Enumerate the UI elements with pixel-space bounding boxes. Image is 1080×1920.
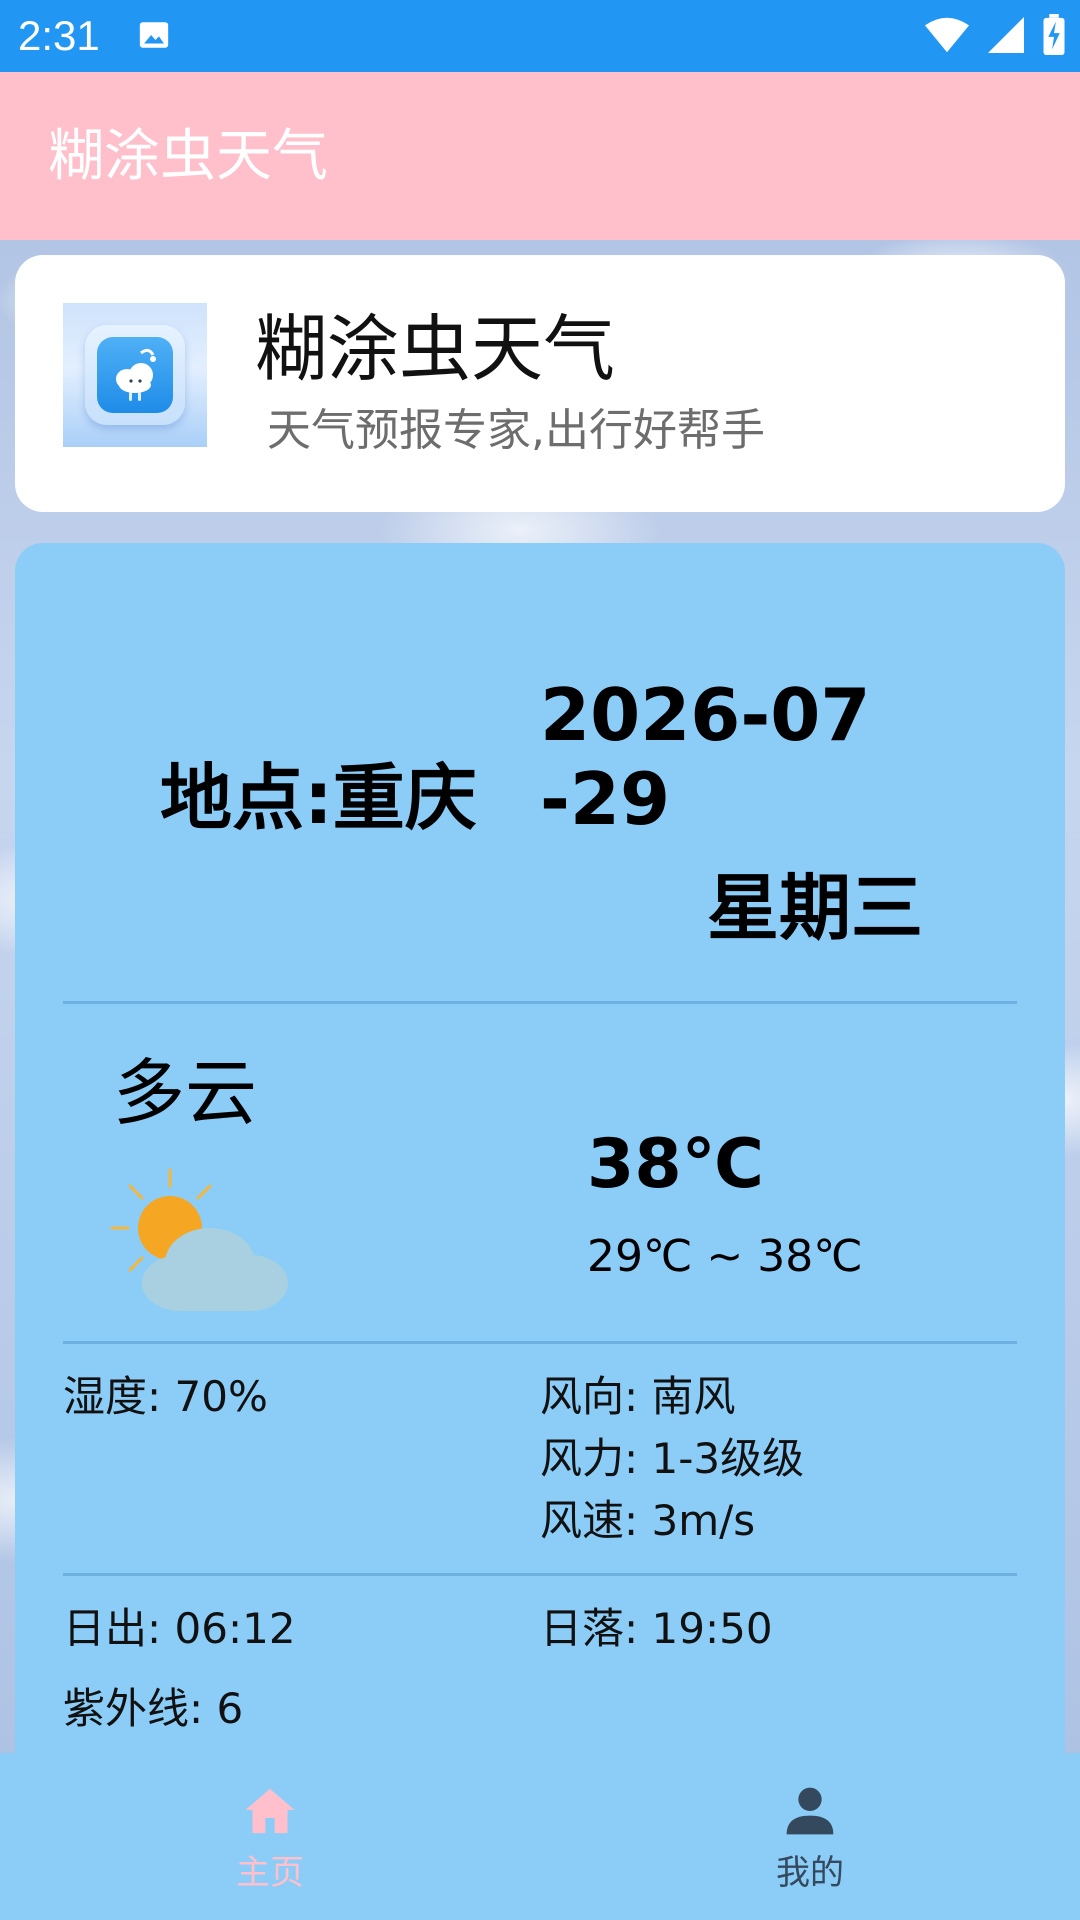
partly-cloudy-icon xyxy=(110,1168,288,1311)
status-icons xyxy=(924,14,1066,56)
intro-subtitle: 天气预报专家,出行好帮手 xyxy=(267,405,765,456)
app-logo-cloud-icon xyxy=(116,348,156,401)
divider xyxy=(63,1001,1017,1004)
app-bar-title: 糊涂虫天气 xyxy=(48,124,328,189)
divider xyxy=(63,1573,1017,1576)
location-label: 地点:重庆 xyxy=(160,756,477,840)
status-bar: 2:31 xyxy=(0,0,1080,72)
app-bar: 糊涂虫天气 xyxy=(0,72,1080,240)
current-temperature: 38℃ xyxy=(587,1125,764,1204)
humidity-label: 湿度: 70% xyxy=(63,1372,268,1421)
wind-force-label: 风力: 1-3级级 xyxy=(540,1434,805,1483)
app-logo xyxy=(63,303,207,447)
date-label: 2026-07-29 xyxy=(540,673,871,841)
sunset-label: 日落: 19:50 xyxy=(540,1604,773,1653)
wifi-icon xyxy=(924,17,970,53)
status-time: 2:31 xyxy=(18,12,100,59)
nav-item-profile[interactable]: 我的 xyxy=(540,1753,1080,1920)
wind-speed-label: 风速: 3m/s xyxy=(540,1496,756,1545)
weather-condition: 多云 xyxy=(113,1051,258,1135)
app-intro-card: 糊涂虫天气 天气预报专家,出行好帮手 xyxy=(15,255,1065,512)
weather-card: 地点:重庆 2026-07-29 星期三 多云 38℃ 29℃ ~ 38℃ 湿度… xyxy=(15,543,1065,1843)
weekday-label: 星期三 xyxy=(707,866,924,950)
nav-label-home: 主页 xyxy=(236,1853,304,1893)
home-icon xyxy=(245,1788,295,1834)
wind-direction-label: 风向: 南风 xyxy=(540,1372,736,1421)
intro-title: 糊涂虫天气 xyxy=(255,307,616,391)
cell-signal-icon xyxy=(988,17,1024,53)
person-icon xyxy=(786,1787,834,1835)
uv-index-label: 紫外线: 6 xyxy=(63,1684,244,1733)
nav-label-profile: 我的 xyxy=(776,1853,844,1893)
bottom-navigation: 主页 我的 xyxy=(0,1753,1080,1920)
sunrise-label: 日出: 06:12 xyxy=(63,1604,296,1653)
temperature-range: 29℃ ~ 38℃ xyxy=(587,1231,863,1282)
divider xyxy=(63,1341,1017,1344)
battery-charging-icon xyxy=(1043,14,1065,56)
nav-item-home[interactable]: 主页 xyxy=(0,1753,540,1920)
image-icon xyxy=(139,22,169,48)
